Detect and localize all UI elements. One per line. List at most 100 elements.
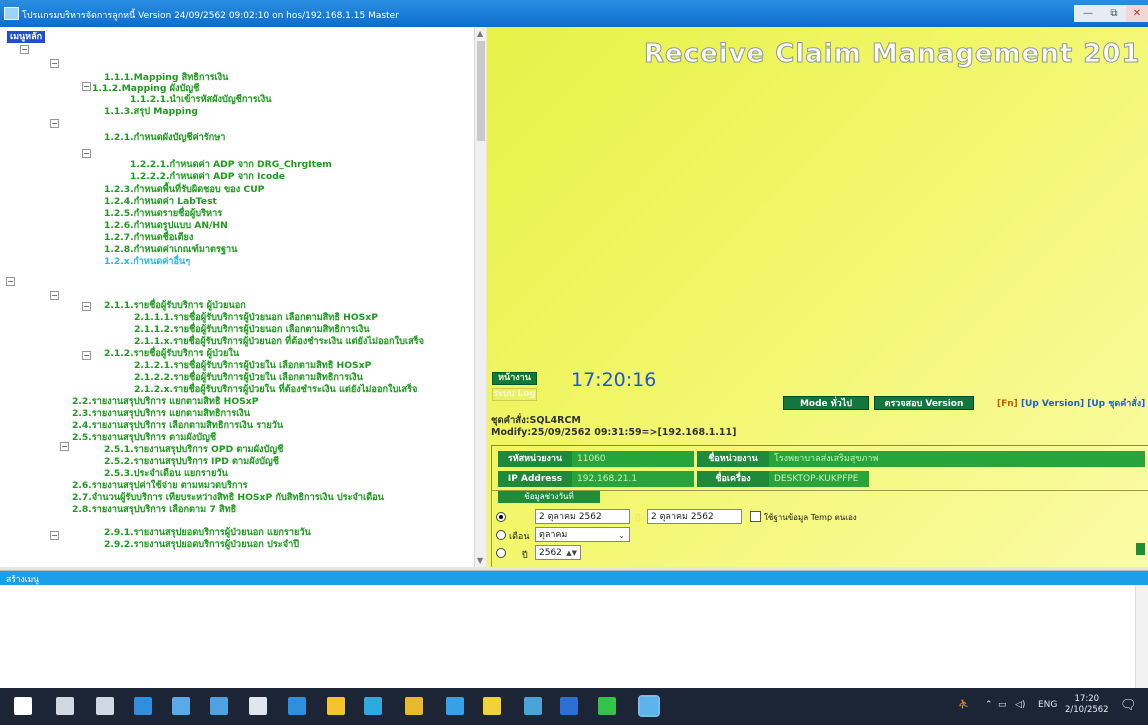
tree-collapse-toggle[interactable]: − xyxy=(50,119,59,128)
chrome-icon[interactable] xyxy=(405,697,423,715)
scroll-down-icon[interactable]: ▼ xyxy=(477,556,483,565)
check-version-button[interactable]: ตรวจสอบ Version xyxy=(874,396,974,410)
close-button[interactable]: ✕ xyxy=(1126,5,1148,22)
tree-item[interactable]: 1.2.8.กำหนดค่าเกณฑ์มาตรฐาน xyxy=(104,244,237,256)
log-button[interactable]: ระบบ Log xyxy=(492,388,537,401)
tree-item[interactable]: 2.1.2.1.รายชื่อผู้รับบริการผู้ป่วยใน เลื… xyxy=(134,360,371,372)
tray-volume-icon[interactable]: ◁) xyxy=(1015,700,1025,710)
active-app-icon[interactable] xyxy=(638,695,660,717)
line-icon[interactable] xyxy=(598,697,616,715)
tree-item[interactable]: 2.1.2.รายชื่อผู้รับบริการ ผู้ป่วยใน xyxy=(104,348,239,360)
notification-icon[interactable]: 🗨 xyxy=(1120,698,1137,713)
tree-item[interactable]: 2.9.1.รายงานสรุปยอดบริการผู้ป่วยนอก แยกร… xyxy=(104,527,311,539)
tray-people-icon[interactable]: ⛹ xyxy=(958,700,969,710)
tree-item[interactable]: 1.2.2.2.กำหนดค่า ADP จาก Icode xyxy=(130,171,285,183)
tree-item[interactable]: 1.2.5.กำหนดรายชื่อผู้บริหาร xyxy=(104,208,222,220)
tree-collapse-toggle[interactable]: − xyxy=(50,531,59,540)
tree-collapse-toggle[interactable]: − xyxy=(6,277,15,286)
tree-item[interactable]: 1.2.7.กำหนดชื่อเตียง xyxy=(104,232,193,244)
year-stepper[interactable]: 2562 ▲▼ xyxy=(535,545,581,560)
tree-item[interactable]: 2.5.3.ประจำเดือน แยกรายวัน xyxy=(104,468,228,480)
search-icon[interactable] xyxy=(56,697,74,715)
tree-item[interactable]: 2.1.1.x.รายชื่อผู้รับบริการผู้ป่วยนอก ที… xyxy=(134,336,424,348)
store-icon[interactable] xyxy=(210,697,228,715)
month-radio[interactable] xyxy=(496,530,506,540)
date-range-tab[interactable]: ข้อมูลช่วงวันที่ xyxy=(498,491,600,503)
tree-item[interactable]: 1.2.3.กำหนดพื้นที่รับผิดชอบ ของ CUP xyxy=(104,184,264,196)
tree-scrollbar[interactable]: ▲ ▼ xyxy=(474,27,486,567)
tray-chevron-icon[interactable]: ⌃ xyxy=(985,700,993,710)
tree-collapse-toggle[interactable]: − xyxy=(82,149,91,158)
tree-item[interactable]: 2.3.รายงานสรุปบริการ แยกตามสิทธิการเงิน xyxy=(72,408,250,420)
fn-link[interactable]: [Fn] xyxy=(997,399,1018,409)
tree-item[interactable]: 1.2.2.1.กำหนดค่า ADP จาก DRG_ChrgItem xyxy=(130,159,332,171)
tree-header: เมนูหลัก xyxy=(7,31,46,43)
tree-collapse-toggle[interactable]: − xyxy=(82,302,91,311)
date-range-radio[interactable] xyxy=(496,512,506,522)
tree-item[interactable]: 2.5.1.รายงานสรุปบริการ OPD ตามผังบัญชี xyxy=(104,444,283,456)
tree-item[interactable]: 2.1.1.รายชื่อผู้รับบริการ ผู้ป่วยนอก xyxy=(104,300,246,312)
gear-app-icon[interactable] xyxy=(524,697,542,715)
tray-network-icon[interactable]: ▭ xyxy=(998,700,1007,710)
spin-icon[interactable]: ▲▼ xyxy=(566,546,577,561)
tree-item[interactable]: 2.1.2.2.รายชื่อผู้รับบริการผู้ป่วยใน เลื… xyxy=(134,372,363,384)
tree-item[interactable]: 2.1.1.2.รายชื่อผู้รับบริการผู้ป่วยนอก เล… xyxy=(134,324,370,336)
tree-collapse-toggle[interactable]: − xyxy=(50,59,59,68)
tree-item[interactable]: 1.2.1.กำหนดผังบัญชีค่ารักษา xyxy=(104,132,225,144)
tray-date: 2/10/2562 xyxy=(1065,705,1109,715)
date-to-field[interactable]: 2 ตุลาคม 2562 xyxy=(647,509,742,524)
tree-item[interactable]: 2.4.รายงานสรุปบริการ เลือกตามสิทธิการเงิ… xyxy=(72,420,283,432)
word-icon[interactable] xyxy=(560,697,578,715)
month-select[interactable]: ตุลาคม ⌄ xyxy=(535,527,630,542)
bottom-panel: สร้างเมนู xyxy=(0,570,1148,688)
menu-tree: − − − − − − − − − − − 1.1.1.Mapping สิทธ… xyxy=(0,45,474,567)
tree-item[interactable]: 2.5.2.รายงานสรุปบริการ IPD ตามผังบัญชี xyxy=(104,456,279,468)
temp-db-checkbox[interactable] xyxy=(750,511,761,522)
tree-item[interactable]: 2.2.รายงานสรุปบริการ แยกตามสิทธิ HOSxP xyxy=(72,396,258,408)
tray-clock[interactable]: 17:20 2/10/2562 xyxy=(1065,694,1109,716)
cube-icon[interactable] xyxy=(446,697,464,715)
tree-item[interactable]: 2.7.จำนวนผู้รับบริการ เทียบระหว่างสิทธิ … xyxy=(72,492,384,504)
tree-item[interactable]: 2.5.รายงานสรุปบริการ ตามผังบัญชี xyxy=(72,432,216,444)
task-view-icon[interactable] xyxy=(96,697,114,715)
scroll-thumb[interactable] xyxy=(477,41,485,141)
unit-name-label: ชื่อหน่วยงาน xyxy=(697,451,769,467)
maximize-button[interactable]: ⧉ xyxy=(1100,5,1128,22)
gem-icon[interactable] xyxy=(483,697,501,715)
app-icon xyxy=(4,7,19,20)
mail-icon[interactable] xyxy=(249,697,267,715)
start-icon[interactable] xyxy=(14,697,32,715)
bottom-scrollbar[interactable] xyxy=(1135,585,1148,688)
scroll-up-icon[interactable]: ▲ xyxy=(477,29,483,38)
tree-item[interactable]: 2.1.1.1.รายชื่อผู้รับบริการผู้ป่วยนอก เล… xyxy=(134,312,378,324)
tree-item[interactable]: 2.9.2.รายงานสรุปยอดบริการผู้ป่วยนอก ประจ… xyxy=(104,539,299,551)
tree-collapse-toggle[interactable]: − xyxy=(82,351,91,360)
ie-icon[interactable] xyxy=(288,697,306,715)
tree-collapse-toggle[interactable]: − xyxy=(50,291,59,300)
date-from-field[interactable]: 2 ตุลาคม 2562 xyxy=(535,509,630,524)
up-version-link[interactable]: [Up Version] xyxy=(1021,399,1084,409)
tree-item[interactable]: 1.1.3.สรุป Mapping xyxy=(104,106,198,118)
mode-button[interactable]: Mode ทั่วไป xyxy=(783,396,869,410)
clock: 17:20:16 xyxy=(571,369,657,391)
tree-item[interactable]: 1.1.2.1.นำเข้ารหัสผังบัญชีการเงิน xyxy=(130,94,271,106)
tree-collapse-toggle[interactable]: − xyxy=(60,442,69,451)
year-radio[interactable] xyxy=(496,548,506,558)
tree-item[interactable]: 1.2.6.กำหนดรูปแบบ AN/HN xyxy=(104,220,228,232)
tree-item[interactable]: 2.6.รายงานสรุปค่าใช้จ่าย ตามหมวดบริการ xyxy=(72,480,248,492)
edge-icon[interactable] xyxy=(134,697,152,715)
tree-item-selected[interactable]: 1.2.x.กำหนดค่าอื่นๆ xyxy=(104,256,190,268)
tree-collapse-toggle[interactable]: − xyxy=(82,82,91,91)
notes-icon[interactable] xyxy=(327,697,345,715)
minimize-button[interactable]: — xyxy=(1074,5,1102,22)
chevron-down-icon[interactable]: ⌄ xyxy=(618,528,625,543)
explorer-icon[interactable] xyxy=(172,697,190,715)
tree-item[interactable]: 2.8.รายงานสรุปบริการ เลือกตาม 7 สิทธิ xyxy=(72,504,236,516)
tree-collapse-toggle[interactable]: − xyxy=(20,45,29,54)
home-button[interactable]: หน้างาน xyxy=(492,372,537,385)
app-icon[interactable] xyxy=(364,697,382,715)
tree-item[interactable]: 1.2.4.กำหนดค่า LabTest xyxy=(104,196,217,208)
tray-language[interactable]: ENG xyxy=(1038,700,1057,710)
tree-item[interactable]: 2.1.2.x.รายชื่อผู้รับบริการผู้ป่วยใน ที่… xyxy=(134,384,417,396)
up-config-link[interactable]: [Up ชุดคำสั่ง] xyxy=(1087,399,1145,409)
